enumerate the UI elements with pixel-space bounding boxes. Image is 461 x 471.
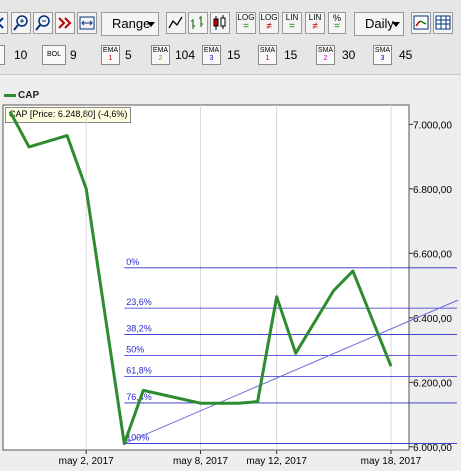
indicator-sma3-value: 45 [399, 48, 413, 62]
indicator-sma3-sub: 3 [380, 55, 385, 62]
candlestick-icon[interactable] [210, 12, 230, 34]
period-dropdown[interactable]: Daily [354, 12, 404, 36]
indicator-ema2-value: 104 [175, 48, 196, 62]
indicator-bol-value: 9 [70, 48, 77, 62]
indicator-bol-button[interactable]: BOL [42, 45, 66, 65]
line-chart-icon[interactable] [166, 12, 186, 34]
bar-chart-icon[interactable] [188, 12, 208, 34]
indicator-a-button[interactable]: A [0, 45, 5, 65]
indicator-ema1-value: 5 [125, 48, 132, 62]
percent-symbol: = [334, 21, 340, 32]
indicator-sma2-label: SMA [317, 47, 334, 54]
legend-line-swatch [4, 93, 16, 97]
range-dropdown[interactable]: Range [101, 12, 159, 36]
log-notequal-symbol: ≠ [266, 21, 272, 32]
log-notequal-button[interactable]: LOG ≠ [259, 12, 279, 34]
chart-legend: CAP [4, 90, 39, 104]
indicator-ema1-sub: 1 [108, 55, 113, 62]
period-dropdown-label: Daily [365, 16, 394, 31]
log-equal-symbol: = [243, 21, 249, 32]
lin-equal-button[interactable]: LIN = [282, 12, 302, 34]
indicator-ema3-label: EMA [203, 47, 220, 54]
indicator-sma2-sub: 2 [323, 55, 328, 62]
settings-icon[interactable] [411, 12, 431, 34]
legend-label: CAP [18, 90, 40, 101]
indicator-sma1-button[interactable]: SMA 1 [258, 45, 277, 65]
lin-notequal-button[interactable]: LIN ≠ [305, 12, 325, 34]
fast-forward-icon[interactable] [55, 12, 75, 34]
indicator-ema1-button[interactable]: EMA 1 [101, 45, 120, 65]
plot-area[interactable] [3, 105, 409, 450]
indicator-sma2-value: 30 [342, 48, 356, 62]
indicator-ema3-button[interactable]: EMA 3 [202, 45, 221, 65]
zoom-in-icon[interactable] [11, 12, 31, 34]
percent-button[interactable]: % = [328, 12, 346, 34]
indicator-ema1-label: EMA [102, 47, 119, 54]
nav-left-icon[interactable] [0, 12, 8, 34]
log-equal-button[interactable]: LOG = [236, 12, 256, 34]
chevron-down-icon [147, 22, 155, 27]
range-dropdown-label: Range [112, 16, 151, 31]
indicator-sma1-value: 15 [284, 48, 298, 62]
indicator-bol-label: BOL [46, 51, 61, 58]
indicator-ema2-sub: 2 [158, 55, 163, 62]
main-toolbar: Range LOG = LOG ≠ LIN = LIN ≠ % = Daily [0, 0, 461, 42]
chevron-down-icon [392, 22, 400, 27]
price-tooltip: CAP [Price: 6.248,80] (-4,6%) [5, 107, 132, 123]
indicator-sma1-label: SMA [259, 47, 276, 54]
indicator-ema3-sub: 3 [209, 55, 214, 62]
lin-notequal-symbol: ≠ [312, 21, 318, 32]
fit-icon[interactable] [77, 12, 97, 34]
indicator-ema2-label: EMA [152, 47, 169, 54]
indicator-sma1-sub: 1 [265, 55, 270, 62]
zoom-out-icon[interactable] [33, 12, 53, 34]
lin-equal-symbol: = [289, 21, 295, 32]
indicator-sma2-button[interactable]: SMA 2 [316, 45, 335, 65]
indicator-ema2-button[interactable]: EMA 2 [151, 45, 170, 65]
indicator-ema3-value: 15 [227, 48, 241, 62]
indicator-a-value: 10 [14, 48, 28, 62]
grid-icon[interactable] [433, 12, 453, 34]
indicator-sma3-label: SMA [374, 47, 391, 54]
indicator-sma3-button[interactable]: SMA 3 [373, 45, 392, 65]
